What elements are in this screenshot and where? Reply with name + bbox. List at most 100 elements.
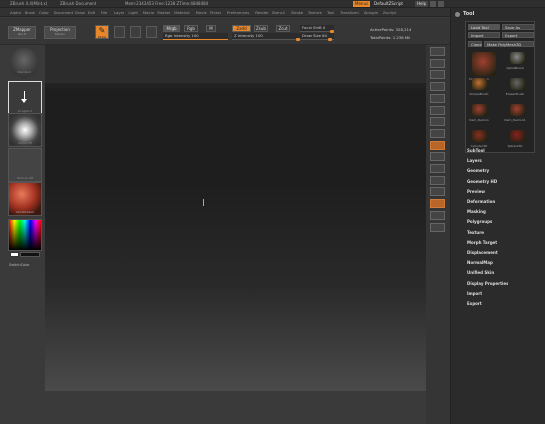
- clone-button[interactable]: Clone: [468, 41, 482, 47]
- subpalette-geometry-hd[interactable]: Geometry HD: [467, 179, 497, 184]
- mrgb-button[interactable]: Mrgb: [163, 25, 180, 32]
- dynamic-icon[interactable]: [430, 222, 445, 232]
- draw-size-slider[interactable]: Draw Size 64: [300, 33, 334, 41]
- scale-mode-icon[interactable]: [146, 26, 157, 38]
- menu-alpha[interactable]: Alpha: [10, 10, 21, 15]
- menu-tool[interactable]: Tool: [327, 10, 334, 15]
- subpalette-displacement[interactable]: Displacement: [467, 250, 498, 255]
- tool-thumbnail-2[interactable]: [472, 78, 487, 90]
- menu-macro[interactable]: Macro: [143, 10, 155, 15]
- menu-zscript[interactable]: Zscript: [383, 10, 396, 15]
- subpalette-subtool[interactable]: SubTool: [467, 148, 485, 153]
- make-polymesh-button[interactable]: Make PolyMesh3D: [484, 41, 534, 47]
- scale-icon[interactable]: [430, 164, 445, 173]
- color-picker[interactable]: [8, 219, 42, 251]
- menu-document[interactable]: Document: [54, 10, 74, 15]
- focal-shift-slider[interactable]: Focal Shift 0: [300, 25, 334, 33]
- scroll-icon[interactable]: [430, 47, 445, 56]
- rotate-icon[interactable]: [430, 175, 445, 185]
- tool-thumbnail-3[interactable]: [510, 78, 525, 90]
- menu-light[interactable]: Light: [128, 10, 137, 15]
- xyz-icon[interactable]: [430, 128, 445, 138]
- zadd-button[interactable]: Zadd: [232, 25, 251, 32]
- m-button[interactable]: M: [206, 25, 216, 32]
- menu-layer[interactable]: Layer: [114, 10, 125, 15]
- alpha-thumbnail[interactable]: Alpha Off: [8, 113, 42, 147]
- subpalette-morph-target[interactable]: Morph Target: [467, 240, 497, 245]
- tool-thumbnail-0[interactable]: [472, 52, 496, 76]
- menu-marker[interactable]: Marker: [157, 10, 170, 15]
- menu-file[interactable]: File: [101, 10, 107, 15]
- help-button[interactable]: Help: [415, 1, 429, 7]
- projection-master-button[interactable]: Projection Master: [44, 26, 76, 39]
- minimize-icon[interactable]: [430, 1, 436, 7]
- menu-brush[interactable]: Brush: [25, 10, 36, 15]
- tool-thumbnail-4[interactable]: [472, 104, 487, 116]
- palette-dock-icon[interactable]: [455, 12, 460, 17]
- tool-thumbnail-1[interactable]: [510, 52, 525, 64]
- menu-stroke[interactable]: Stroke: [291, 10, 303, 15]
- subpalette-unified-skin[interactable]: Unified Skin: [467, 270, 494, 275]
- actual-icon[interactable]: [430, 70, 445, 80]
- zsub-button[interactable]: Zsub: [254, 25, 268, 32]
- brush-thumbnail[interactable]: Standard: [9, 48, 39, 78]
- subpalette-deformation[interactable]: Deformation: [467, 199, 495, 204]
- z-intensity-slider[interactable]: Z Intensity 100: [232, 33, 300, 41]
- local-icon[interactable]: [430, 117, 445, 127]
- zoom-icon[interactable]: [430, 58, 445, 68]
- menu-texture[interactable]: Texture: [308, 10, 322, 15]
- move-icon[interactable]: [430, 152, 445, 162]
- floor-icon[interactable]: [430, 105, 445, 115]
- default-zscript-button[interactable]: DefaultZScript: [372, 1, 405, 7]
- menu-edit[interactable]: Edit: [88, 10, 95, 15]
- document-canvas[interactable]: [45, 45, 426, 391]
- subpalette-preview[interactable]: Preview: [467, 189, 485, 194]
- tool-thumbnail-6[interactable]: [472, 130, 487, 142]
- switch-color-button[interactable]: SwitchColor: [9, 263, 30, 267]
- menu-draw[interactable]: Draw: [75, 10, 85, 15]
- subpalette-masking[interactable]: Masking: [467, 209, 486, 214]
- draw-mode-button[interactable]: ✎ Draw: [95, 25, 109, 39]
- tool-thumbnail-5[interactable]: [510, 104, 525, 116]
- menu-material[interactable]: Material: [174, 10, 189, 15]
- subpalette-normalmap[interactable]: NormalMap: [467, 260, 493, 265]
- move-mode-icon[interactable]: [130, 26, 141, 38]
- save-as-button[interactable]: Save As: [502, 24, 534, 30]
- aahalf-icon[interactable]: [430, 82, 445, 92]
- zmapper-button[interactable]: ZMapper Rev B: [8, 26, 36, 39]
- subpalette-polygroups[interactable]: Polygroups: [467, 219, 492, 224]
- menu-picker[interactable]: Picker: [210, 10, 221, 15]
- menu-transform[interactable]: Transform: [340, 10, 359, 15]
- transp-icon[interactable]: [430, 199, 445, 209]
- import-button[interactable]: Import: [468, 32, 500, 38]
- polyf-icon[interactable]: [430, 187, 445, 197]
- secondary-color-swatch[interactable]: [20, 252, 40, 257]
- subpalette-export[interactable]: Export: [467, 301, 482, 306]
- subpalette-layers[interactable]: Layers: [467, 158, 482, 163]
- menu-stencil[interactable]: Stencil: [272, 10, 285, 15]
- rgb-intensity-slider[interactable]: Rgb Intensity 100: [163, 33, 228, 40]
- maximize-icon[interactable]: [438, 1, 444, 7]
- rgb-button[interactable]: Rgb: [184, 25, 198, 32]
- menu-render[interactable]: Render: [255, 10, 269, 15]
- main-color-swatch[interactable]: [10, 252, 19, 257]
- menu-color[interactable]: Color: [39, 10, 49, 15]
- solo-icon[interactable]: [430, 210, 445, 220]
- frame-icon[interactable]: [430, 140, 445, 150]
- subpalette-import[interactable]: Import: [467, 291, 482, 296]
- menu-zplugin[interactable]: Zplugin: [364, 10, 378, 15]
- menu-movie[interactable]: Movie: [196, 10, 207, 15]
- menus-button[interactable]: Menus: [353, 1, 371, 7]
- zcut-button[interactable]: Zcut: [276, 25, 290, 32]
- tool-thumbnail-7[interactable]: [510, 130, 525, 142]
- material-thumbnail[interactable]: SkinShade4: [8, 182, 42, 216]
- stroke-thumbnail[interactable]: DragRect: [8, 81, 42, 115]
- menu-preferences[interactable]: Preferences: [227, 10, 249, 15]
- subpalette-texture[interactable]: Texture: [467, 230, 484, 235]
- edit-mode-icon[interactable]: [114, 26, 125, 38]
- load-tool-button[interactable]: Load Tool: [468, 24, 500, 30]
- subpalette-geometry[interactable]: Geometry: [467, 168, 489, 173]
- persp-icon[interactable]: [430, 93, 445, 103]
- texture-thumbnail[interactable]: Texture Off: [8, 148, 42, 182]
- subpalette-display-properties[interactable]: Display Properties: [467, 281, 508, 286]
